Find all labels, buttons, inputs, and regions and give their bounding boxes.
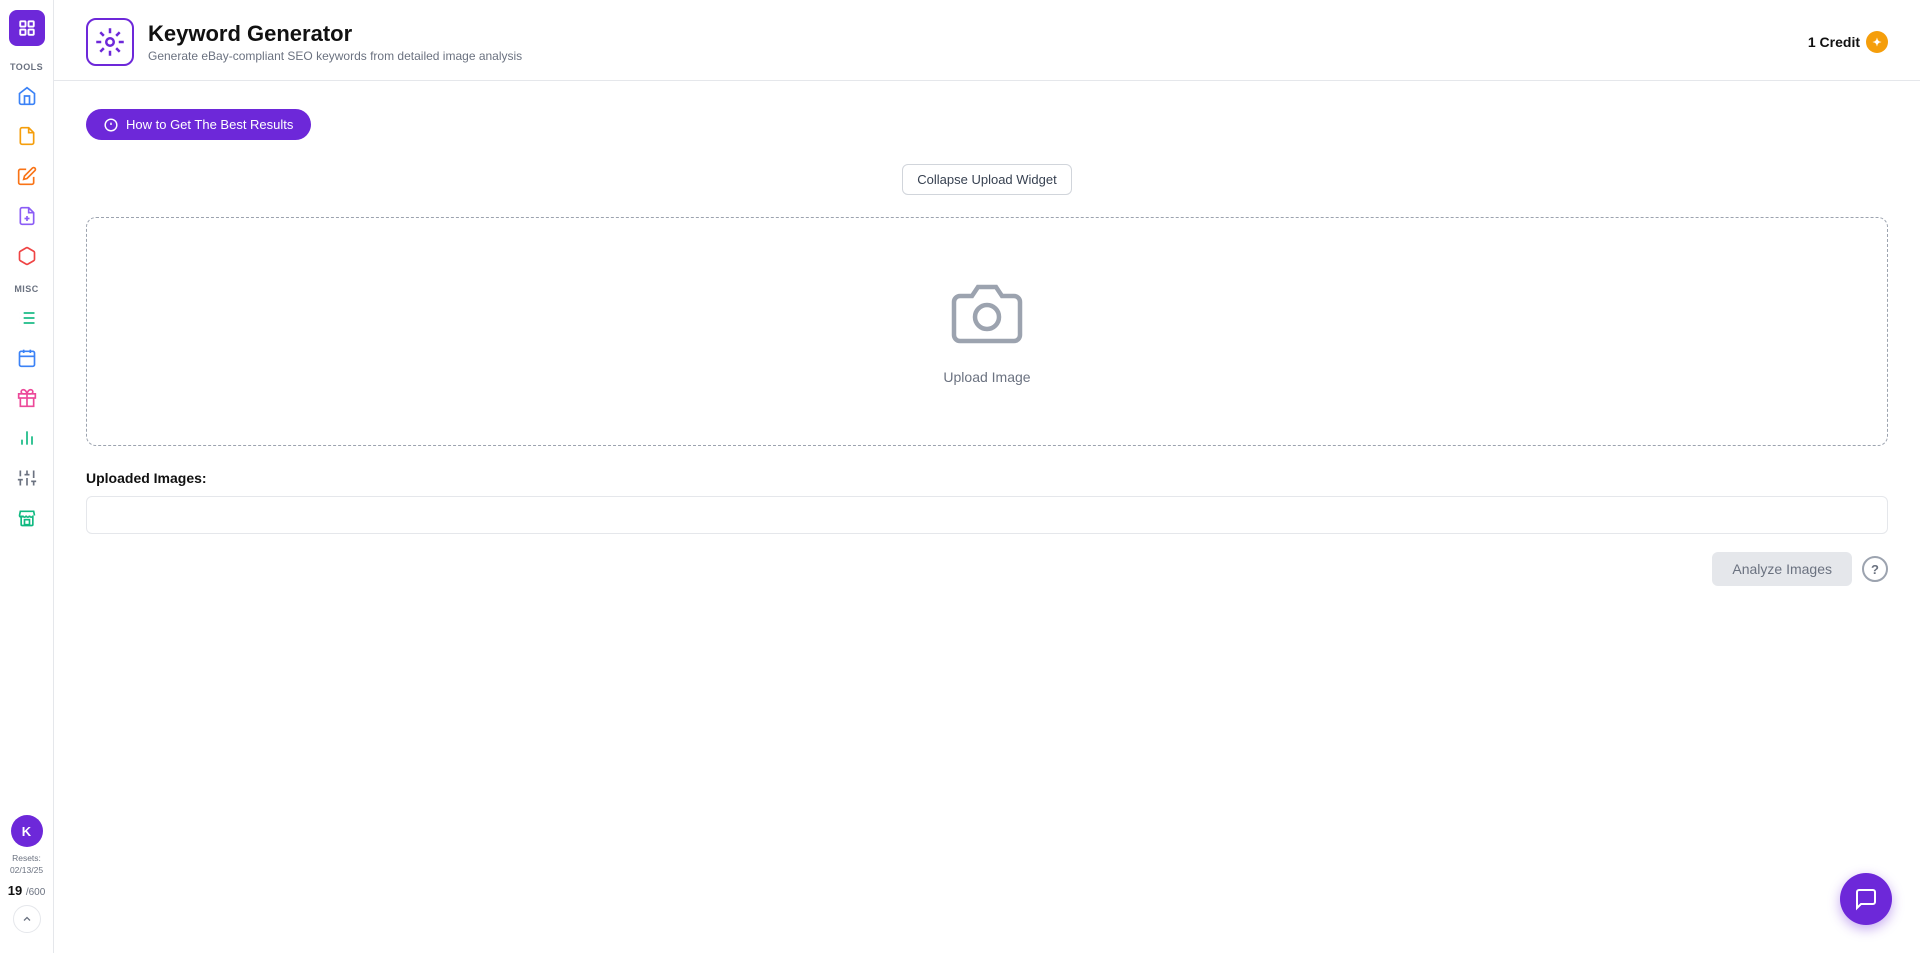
page-content: How to Get The Best Results Collapse Upl… — [54, 81, 1920, 953]
usage-count: 19 /600 — [8, 883, 46, 899]
uploaded-images-label: Uploaded Images: — [86, 470, 1888, 486]
resets-info: Resets: 02/13/25 — [10, 853, 43, 877]
sidebar-item-home[interactable] — [9, 78, 45, 114]
credit-badge: 1 Credit ✦ — [1808, 31, 1888, 53]
analyze-button[interactable]: Analyze Images — [1712, 552, 1852, 586]
sidebar-item-gift[interactable] — [9, 380, 45, 416]
header-left: Keyword Generator Generate eBay-complian… — [86, 18, 522, 66]
app-logo — [86, 18, 134, 66]
sidebar-item-sliders[interactable] — [9, 460, 45, 496]
collapse-widget-label: Collapse Upload Widget — [917, 172, 1056, 187]
uploaded-images-bar — [86, 496, 1888, 534]
user-avatar[interactable]: K — [11, 815, 43, 847]
sidebar-item-store[interactable] — [9, 500, 45, 536]
page-header: Keyword Generator Generate eBay-complian… — [54, 0, 1920, 81]
sidebar-item-calendar[interactable] — [9, 340, 45, 376]
page-title: Keyword Generator — [148, 21, 522, 47]
chat-fab-button[interactable] — [1840, 873, 1892, 925]
coin-icon: ✦ — [1866, 31, 1888, 53]
how-to-button[interactable]: How to Get The Best Results — [86, 109, 311, 140]
usage-display: 19 /600 — [8, 883, 46, 899]
header-text: Keyword Generator Generate eBay-complian… — [148, 21, 522, 63]
collapse-widget-button[interactable]: Collapse Upload Widget — [902, 164, 1071, 195]
sidebar: TOOLS MISC — [0, 0, 54, 953]
sidebar-item-upload-doc[interactable] — [9, 198, 45, 234]
collapse-widget-row: Collapse Upload Widget — [86, 164, 1888, 207]
sidebar-item-note[interactable] — [9, 158, 45, 194]
misc-label: MISC — [14, 284, 38, 294]
resets-date: 02/13/25 — [10, 865, 43, 875]
upload-text: Upload Image — [943, 369, 1030, 385]
sidebar-item-list[interactable] — [9, 300, 45, 336]
sidebar-bottom: K Resets: 02/13/25 19 /600 — [8, 815, 46, 943]
resets-label: Resets: — [12, 853, 41, 863]
camera-icon — [951, 278, 1023, 355]
help-icon[interactable]: ? — [1862, 556, 1888, 582]
tools-label: TOOLS — [10, 62, 43, 72]
page-subtitle: Generate eBay-compliant SEO keywords fro… — [148, 49, 522, 63]
analyze-row: Analyze Images ? — [86, 552, 1888, 586]
main-content: Keyword Generator Generate eBay-complian… — [54, 0, 1920, 953]
sidebar-toggle-button[interactable] — [9, 10, 45, 46]
how-to-label: How to Get The Best Results — [126, 117, 293, 132]
sidebar-item-document[interactable] — [9, 118, 45, 154]
credit-label: 1 Credit — [1808, 34, 1860, 50]
sidebar-collapse-button[interactable] — [13, 905, 41, 933]
sidebar-item-cube[interactable] — [9, 238, 45, 274]
upload-dropzone[interactable]: Upload Image — [86, 217, 1888, 446]
sidebar-item-chart[interactable] — [9, 420, 45, 456]
